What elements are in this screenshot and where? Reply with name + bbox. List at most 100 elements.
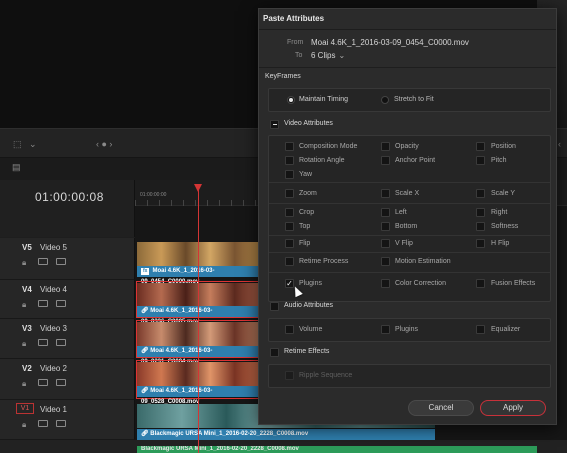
- h-flip-checkbox[interactable]: [476, 239, 485, 248]
- ripple-sequence-label: Ripple Sequence: [299, 372, 353, 379]
- track-name: Video 5: [40, 243, 67, 252]
- chevron-down-icon: ⌄: [338, 51, 346, 60]
- maintain-timing-radio[interactable]: [287, 96, 295, 104]
- cancel-button[interactable]: Cancel: [408, 400, 474, 416]
- auto-select-icon[interactable]: [38, 339, 48, 346]
- video-attributes-checkbox[interactable]: [270, 120, 279, 129]
- ripple-sequence-checkbox[interactable]: [285, 371, 294, 380]
- track-name: Video 2: [40, 364, 67, 373]
- flip-label: Flip: [299, 240, 311, 247]
- auto-select-icon[interactable]: [38, 420, 48, 427]
- track-name: Video 1: [40, 405, 67, 414]
- divider: [259, 67, 556, 68]
- volume-checkbox[interactable]: [285, 325, 294, 334]
- rotation-angle-checkbox[interactable]: [285, 156, 294, 165]
- pitch-checkbox[interactable]: [476, 156, 485, 165]
- anchor-point-label: Anchor Point: [395, 157, 436, 164]
- apply-button[interactable]: Apply: [480, 400, 546, 416]
- anchor-point-checkbox[interactable]: [381, 156, 390, 165]
- left-checkbox[interactable]: [381, 208, 390, 217]
- track-header-v4[interactable]: V4 Video 4 🔒︎: [0, 280, 135, 319]
- selection-tool-icon[interactable]: ⬚: [13, 139, 22, 150]
- retime-effects-checkbox[interactable]: [270, 348, 279, 357]
- auto-select-icon[interactable]: [38, 379, 48, 386]
- scale-y-checkbox[interactable]: [476, 189, 485, 198]
- chevron-down-icon[interactable]: ⌄: [29, 139, 37, 150]
- stretch-to-fit-radio[interactable]: [381, 96, 389, 104]
- auto-select-icon[interactable]: [38, 300, 48, 307]
- chevron-icon[interactable]: ‹: [558, 139, 561, 149]
- lock-icon[interactable]: 🔒︎: [22, 339, 26, 349]
- track-id-destination[interactable]: V1: [16, 403, 34, 414]
- divider: [269, 272, 550, 273]
- scale-x-checkbox[interactable]: [381, 189, 390, 198]
- divider: [269, 203, 550, 204]
- lock-icon[interactable]: 🔒︎: [22, 300, 26, 310]
- motion-estimation-checkbox[interactable]: [381, 257, 390, 266]
- link-icon: 🔗︎: [141, 348, 151, 354]
- timecode-display: 01:00:00:08: [35, 190, 104, 204]
- track-header-v2[interactable]: V2 Video 2 🔒︎: [0, 359, 135, 400]
- opacity-checkbox[interactable]: [381, 142, 390, 151]
- audio-clip[interactable]: Blackmagic URSA Mini_1_2016-02-20_2228_C…: [137, 446, 537, 453]
- audio-plugins-checkbox[interactable]: [381, 325, 390, 334]
- top-checkbox[interactable]: [285, 222, 294, 231]
- lock-icon[interactable]: 🔒︎: [22, 420, 26, 430]
- to-label: To: [295, 52, 303, 59]
- flip-checkbox[interactable]: [285, 239, 294, 248]
- track-enable-icon[interactable]: [56, 300, 66, 307]
- right-checkbox[interactable]: [476, 208, 485, 217]
- track-id: V3: [22, 324, 32, 333]
- crop-label: Crop: [299, 209, 315, 216]
- clip-name: Blackmagic URSA Mini_1_2016-02-20_2228_C…: [141, 446, 299, 452]
- softness-label: Softness: [491, 223, 519, 230]
- lock-icon[interactable]: 🔒︎: [22, 258, 26, 268]
- clip-v1[interactable]: 🔗︎ Blackmagic URSA Mini_1_2016-02-20_222…: [137, 429, 435, 440]
- composition-mode-checkbox[interactable]: [285, 142, 294, 151]
- yaw-checkbox[interactable]: [285, 170, 294, 179]
- track-enable-icon[interactable]: [56, 379, 66, 386]
- retime-effects-label: Retime Effects: [284, 348, 330, 355]
- timeline-header: [0, 180, 135, 237]
- timeline-view-icon[interactable]: ▤: [12, 162, 21, 173]
- track-enable-icon[interactable]: [56, 339, 66, 346]
- bottom-checkbox[interactable]: [381, 222, 390, 231]
- track-header-v3[interactable]: V3 Video 3 🔒︎: [0, 319, 135, 359]
- track-header-v1[interactable]: V1 Video 1 🔒︎: [0, 400, 135, 440]
- position-checkbox[interactable]: [476, 142, 485, 151]
- crop-checkbox[interactable]: [285, 208, 294, 217]
- v-flip-label: V Flip: [395, 240, 413, 247]
- track-header-v5[interactable]: V5 Video 5 🔒︎: [0, 238, 135, 280]
- scale-x-label: Scale X: [395, 190, 420, 197]
- playhead[interactable]: [198, 186, 199, 453]
- divider: [269, 235, 550, 236]
- track-enable-icon[interactable]: [56, 420, 66, 427]
- h-flip-label: H Flip: [491, 240, 510, 247]
- track-enable-icon[interactable]: [56, 258, 66, 265]
- retime-process-checkbox[interactable]: [285, 257, 294, 266]
- position-label: Position: [491, 143, 516, 150]
- audio-plugins-label: Plugins: [395, 326, 418, 333]
- auto-select-icon[interactable]: [38, 258, 48, 265]
- keyframes-label: KeyFrames: [265, 73, 301, 80]
- zoom-checkbox[interactable]: [285, 189, 294, 198]
- top-label: Top: [299, 223, 311, 230]
- fusion-effects-checkbox[interactable]: [476, 279, 485, 288]
- retime-process-label: Retime Process: [299, 258, 349, 265]
- ruler-timecode: 01:00:00:00: [140, 192, 167, 198]
- equalizer-label: Equalizer: [491, 326, 521, 333]
- softness-checkbox[interactable]: [476, 222, 485, 231]
- page-nav-icon[interactable]: ‹ ● ›: [96, 139, 112, 149]
- to-value: 6 Clips: [311, 51, 336, 60]
- track-id: V4: [22, 285, 32, 294]
- audio-attributes-checkbox[interactable]: [270, 302, 279, 311]
- fx-badge: fx: [141, 268, 150, 275]
- color-correction-checkbox[interactable]: [381, 279, 390, 288]
- scale-y-label: Scale Y: [491, 190, 515, 197]
- to-dropdown[interactable]: 6 Clips ⌄: [311, 51, 345, 60]
- equalizer-checkbox[interactable]: [476, 325, 485, 334]
- v-flip-checkbox[interactable]: [381, 239, 390, 248]
- lock-icon[interactable]: 🔒︎: [22, 379, 26, 389]
- playhead-handle[interactable]: [194, 184, 202, 192]
- divider: [269, 182, 550, 183]
